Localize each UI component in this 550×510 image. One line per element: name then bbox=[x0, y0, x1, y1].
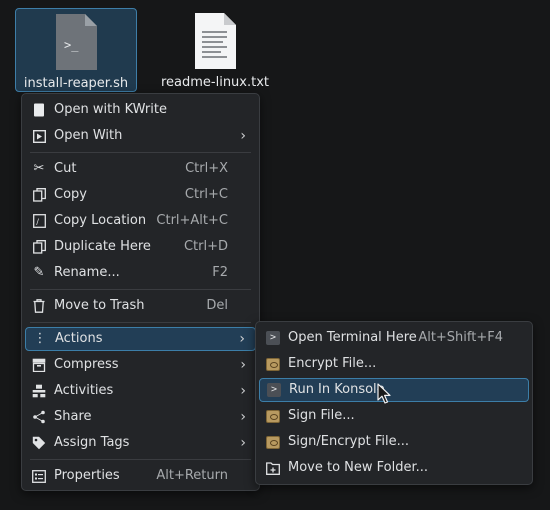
gpg-key-icon bbox=[265, 434, 281, 450]
menu-item-assign-tags[interactable]: Assign Tags › bbox=[25, 431, 256, 455]
context-menu: Open with KWrite Open With › ✂ Cut Ctrl+… bbox=[21, 93, 260, 491]
menu-item-copy[interactable]: Copy Ctrl+C bbox=[25, 183, 256, 207]
activities-icon bbox=[31, 383, 47, 399]
chevron-right-icon: › bbox=[240, 128, 246, 144]
actions-submenu: > Open Terminal Here Alt+Shift+F4 Encryp… bbox=[255, 321, 533, 485]
menu-separator bbox=[30, 289, 251, 290]
more-vertical-icon: ⋮ bbox=[33, 331, 47, 346]
svg-text:>_: >_ bbox=[64, 38, 79, 52]
menu-item-open-with-kwrite[interactable]: Open with KWrite bbox=[25, 98, 256, 122]
menu-item-move-to-trash[interactable]: Move to Trash Del bbox=[25, 294, 256, 318]
chevron-right-icon: › bbox=[239, 331, 245, 347]
menu-item-properties[interactable]: Properties Alt+Return bbox=[25, 464, 256, 488]
menu-item-duplicate-here[interactable]: Duplicate Here Ctrl+D bbox=[25, 235, 256, 259]
archive-icon bbox=[31, 357, 47, 373]
menu-separator bbox=[30, 459, 251, 460]
submenu-item-sign-encrypt-file[interactable]: Sign/Encrypt File... bbox=[259, 430, 529, 454]
pencil-icon: ✎ bbox=[33, 265, 45, 280]
chevron-right-icon: › bbox=[240, 357, 246, 373]
tag-icon bbox=[31, 435, 47, 451]
svg-text:/: / bbox=[36, 218, 39, 227]
file-name: readme-linux.txt bbox=[160, 75, 270, 90]
submenu-item-sign-file[interactable]: Sign File... bbox=[259, 404, 529, 428]
mouse-pointer-icon bbox=[377, 383, 391, 404]
scissors-icon: ✂ bbox=[33, 161, 45, 176]
menu-item-rename[interactable]: ✎ Rename... F2 bbox=[25, 261, 256, 285]
submenu-item-open-terminal-here[interactable]: > Open Terminal Here Alt+Shift+F4 bbox=[259, 326, 529, 350]
terminal-icon: > bbox=[265, 330, 281, 346]
kwrite-icon bbox=[31, 102, 47, 118]
copy-location-icon: / bbox=[31, 213, 47, 229]
menu-separator bbox=[30, 322, 251, 323]
file-readme-linux-txt[interactable]: readme-linux.txt bbox=[154, 8, 276, 92]
share-icon bbox=[31, 409, 47, 425]
menu-item-compress[interactable]: Compress › bbox=[25, 353, 256, 377]
shell-script-icon: >_ bbox=[54, 13, 98, 75]
menu-separator bbox=[30, 152, 251, 153]
properties-icon bbox=[31, 468, 47, 484]
submenu-item-run-in-konsole[interactable]: > Run In Konsole bbox=[259, 378, 529, 402]
open-with-icon bbox=[31, 128, 47, 144]
menu-item-share[interactable]: Share › bbox=[25, 405, 256, 429]
copy-icon bbox=[31, 187, 47, 203]
menu-item-activities[interactable]: Activities › bbox=[25, 379, 256, 403]
gpg-key-icon bbox=[265, 356, 281, 372]
chevron-right-icon: › bbox=[240, 383, 246, 399]
chevron-right-icon: › bbox=[240, 409, 246, 425]
trash-icon bbox=[31, 298, 47, 314]
menu-item-copy-location[interactable]: / Copy Location Ctrl+Alt+C bbox=[25, 209, 256, 233]
file-name: install-reaper.sh bbox=[23, 76, 129, 91]
chevron-right-icon: › bbox=[240, 435, 246, 451]
duplicate-icon bbox=[31, 239, 47, 255]
submenu-item-move-to-new-folder[interactable]: Move to New Folder... bbox=[259, 456, 529, 480]
gpg-key-icon bbox=[265, 408, 281, 424]
text-file-icon bbox=[193, 12, 237, 74]
menu-item-open-with[interactable]: Open With › bbox=[25, 124, 256, 148]
file-install-reaper-sh[interactable]: >_ install-reaper.sh bbox=[15, 8, 137, 92]
new-folder-icon bbox=[265, 460, 281, 476]
terminal-icon: > bbox=[266, 382, 282, 398]
menu-item-cut[interactable]: ✂ Cut Ctrl+X bbox=[25, 157, 256, 181]
menu-item-actions[interactable]: ⋮ Actions › bbox=[25, 327, 256, 351]
submenu-item-encrypt-file[interactable]: Encrypt File... bbox=[259, 352, 529, 376]
